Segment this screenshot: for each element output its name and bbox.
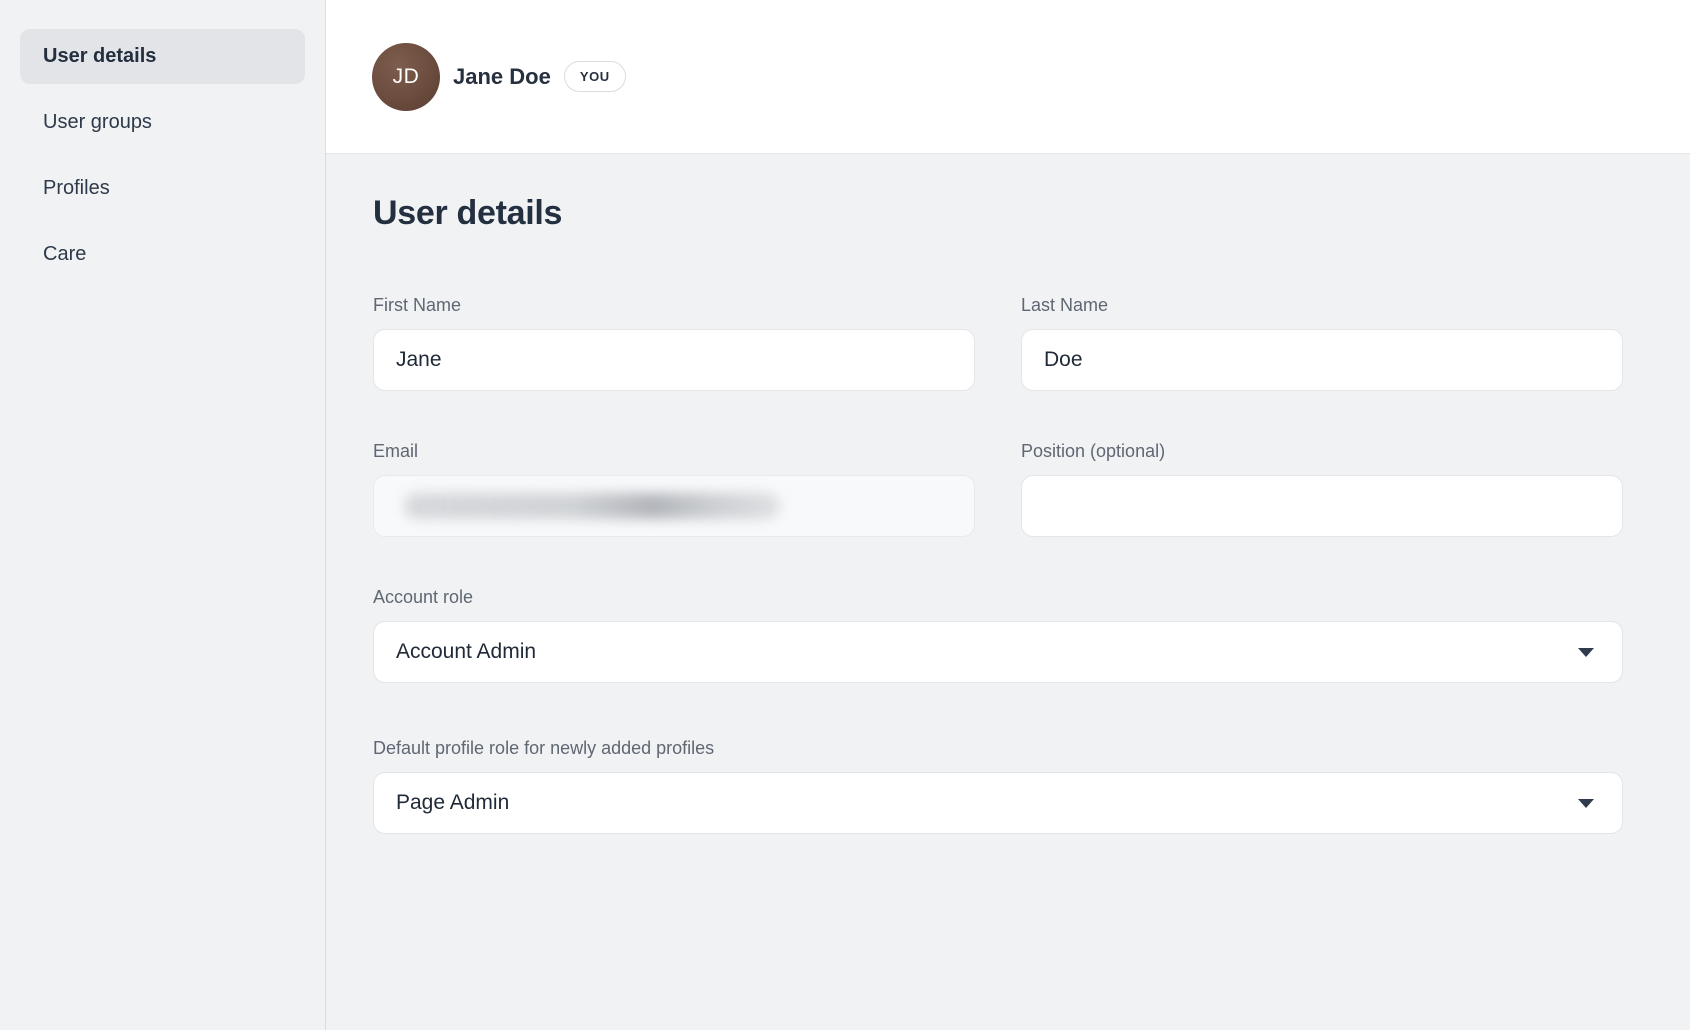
main-area: JD Jane Doe YOU User details First Name …: [326, 0, 1690, 1030]
default-profile-role-value: Page Admin: [396, 791, 509, 815]
account-role-row: Account role Account Admin: [373, 587, 1623, 683]
user-details-section: User details First Name Last Name: [326, 154, 1690, 1030]
you-badge: YOU: [564, 61, 626, 92]
position-field-group: Position (optional): [1021, 441, 1623, 537]
settings-sidebar: User details User groups Profiles Care: [0, 0, 326, 1030]
sidebar-item-label: Care: [43, 243, 86, 266]
first-name-field-group: First Name: [373, 295, 975, 391]
last-name-label: Last Name: [1021, 295, 1623, 316]
email-field-group: Email: [373, 441, 975, 537]
avatar-initials: JD: [393, 65, 420, 89]
default-profile-role-row: Default profile role for newly added pro…: [373, 738, 1623, 834]
email-redacted-value: [404, 493, 780, 519]
default-profile-role-field-group: Default profile role for newly added pro…: [373, 738, 1623, 834]
avatar: JD: [372, 43, 440, 111]
app-window: User details User groups Profiles Care J…: [0, 0, 1690, 1030]
user-details-form: First Name Last Name Email: [373, 295, 1623, 834]
sidebar-item-label: Profiles: [43, 177, 110, 200]
sidebar-item-user-groups[interactable]: User groups: [20, 95, 305, 150]
sidebar-item-user-details[interactable]: User details: [20, 29, 305, 84]
account-role-value: Account Admin: [396, 640, 536, 664]
chevron-down-icon: [1578, 799, 1594, 808]
first-name-label: First Name: [373, 295, 975, 316]
first-name-input[interactable]: [373, 329, 975, 391]
user-name: Jane Doe: [453, 64, 551, 90]
sidebar-item-label: User details: [43, 45, 156, 68]
sidebar-item-label: User groups: [43, 111, 152, 134]
account-role-label: Account role: [373, 587, 1623, 608]
default-profile-role-label: Default profile role for newly added pro…: [373, 738, 1623, 759]
sidebar-item-profiles[interactable]: Profiles: [20, 161, 305, 216]
account-role-field-group: Account role Account Admin: [373, 587, 1623, 683]
name-row: First Name Last Name: [373, 295, 1623, 391]
page-title: User details: [373, 194, 1690, 233]
default-profile-role-select[interactable]: Page Admin: [373, 772, 1623, 834]
position-label: Position (optional): [1021, 441, 1623, 462]
email-label: Email: [373, 441, 975, 462]
chevron-down-icon: [1578, 648, 1594, 657]
email-position-row: Email Position (optional): [373, 441, 1623, 537]
sidebar-item-care[interactable]: Care: [20, 227, 305, 282]
user-header: JD Jane Doe YOU: [326, 0, 1690, 154]
last-name-field-group: Last Name: [1021, 295, 1623, 391]
email-input-disabled: [373, 475, 975, 537]
last-name-input[interactable]: [1021, 329, 1623, 391]
position-input[interactable]: [1021, 475, 1623, 537]
account-role-select[interactable]: Account Admin: [373, 621, 1623, 683]
